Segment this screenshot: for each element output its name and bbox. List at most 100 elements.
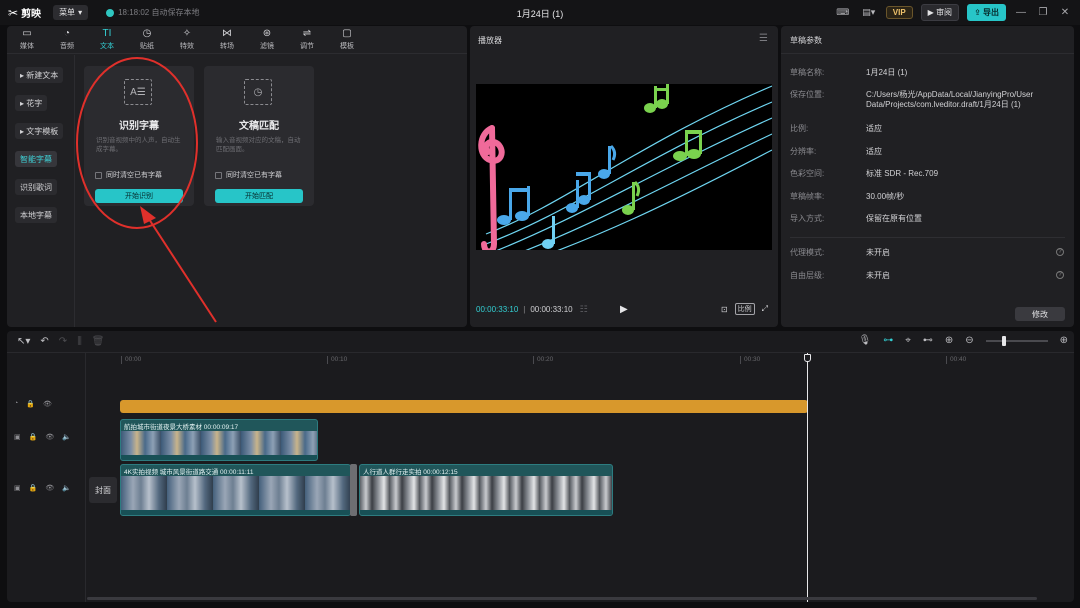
- param-row: 比例: 适应: [790, 124, 1070, 134]
- main-track-magnet-icon[interactable]: ⊶: [883, 335, 893, 346]
- player-title: 播放器: [478, 36, 502, 45]
- tab-media[interactable]: ▭ 媒体: [7, 26, 47, 53]
- delete-icon[interactable]: 🗑: [92, 336, 105, 347]
- clip-split-handle[interactable]: [350, 464, 357, 516]
- video-clip[interactable]: 4K实拍视频 城市风景街道路交通 00:00:11:11: [120, 464, 351, 516]
- nav-recognize-lyrics[interactable]: 识别歌词: [15, 179, 57, 195]
- focus-frame-icon[interactable]: ⊡: [721, 305, 728, 314]
- divider: [781, 53, 1074, 54]
- tab-text[interactable]: TI 文本: [87, 26, 127, 53]
- video-clip[interactable]: 航拍城市街道夜景大桥素材 00:00:09:17: [120, 419, 318, 461]
- nav-smart-subtitle[interactable]: 智能字幕: [15, 151, 57, 167]
- minimize-icon[interactable]: —: [1014, 7, 1028, 18]
- start-match-button[interactable]: 开始匹配: [215, 189, 303, 203]
- lock-icon[interactable]: 🔒: [29, 484, 38, 492]
- mute-icon[interactable]: 🔈: [62, 484, 71, 492]
- video-clip[interactable]: 人行道人群行走实拍 00:00:12:15: [359, 464, 613, 516]
- preview-axis-icon[interactable]: ⊕: [945, 335, 953, 346]
- tab-sticker[interactable]: ◷ 贴纸: [127, 26, 167, 53]
- visibility-icon[interactable]: 👁: [43, 400, 52, 408]
- help-icon[interactable]: ?: [1056, 248, 1064, 256]
- tab-audio[interactable]: ◔ 音频: [47, 26, 87, 53]
- tab-transition[interactable]: ⋈ 转场: [207, 26, 247, 53]
- tab-label: 音频: [60, 42, 74, 50]
- fullscreen-icon[interactable]: ⤢: [762, 304, 768, 314]
- redo-icon[interactable]: ↷: [59, 336, 67, 347]
- tab-template[interactable]: ▢ 模板: [327, 26, 367, 53]
- ratio-button[interactable]: 比例: [734, 303, 755, 315]
- time-ruler[interactable]: 00:00 00:10 00:20 00:30 00:40: [86, 353, 1074, 367]
- nav-new-text[interactable]: ▸ 新建文本: [15, 67, 64, 83]
- player-controls: 00:00:33:10 | 00:00:33:10 ☷ ▶ ⊡ 比例 ⤢: [476, 302, 772, 316]
- green-notes: [622, 84, 702, 215]
- start-recognize-button[interactable]: 开始识别: [95, 189, 183, 203]
- play-icon[interactable]: ▶: [620, 304, 628, 315]
- modify-button[interactable]: 修改: [1015, 307, 1065, 321]
- visibility-icon[interactable]: 👁: [45, 484, 54, 492]
- video-preview[interactable]: [476, 84, 772, 250]
- linkage-icon[interactable]: ⊷: [923, 335, 933, 346]
- clip-label: 航拍城市街道夜景大桥素材 00:00:09:17: [124, 424, 239, 431]
- microphone-icon[interactable]: 🎙: [858, 335, 871, 346]
- tab-effects[interactable]: ✧ 特效: [167, 26, 207, 53]
- maximize-icon[interactable]: ❐: [1036, 7, 1050, 18]
- ruler-tick: 00:30: [740, 356, 760, 364]
- nav-text-template[interactable]: ▸ 文字模板: [15, 123, 64, 139]
- saved-check-icon: [106, 8, 115, 17]
- param-key: 草稿帧率:: [790, 192, 825, 201]
- nav-local-subtitle[interactable]: 本地字幕: [15, 207, 57, 223]
- recognize-subtitle-icon: A☰: [124, 79, 152, 105]
- param-value: 保留在原有位置: [866, 214, 922, 223]
- nav-label: 识别歌词: [20, 182, 52, 192]
- param-value: 1月24日 (1): [866, 68, 908, 77]
- checkbox-label: 同时清空已有字幕: [106, 172, 162, 179]
- menu-label: 菜单: [59, 8, 76, 17]
- lock-icon[interactable]: 🔒: [29, 433, 38, 441]
- ruler-tick: 00:20: [533, 356, 553, 364]
- zoom-in-icon[interactable]: ⊕: [1060, 335, 1068, 346]
- clip-label: 4K实拍视频 城市风景街道路交通 00:00:11:11: [124, 469, 254, 476]
- tab-adjust[interactable]: ⇌ 调节: [287, 26, 327, 53]
- tab-label: 贴纸: [140, 42, 154, 50]
- clip-waveform: [121, 455, 317, 460]
- select-tool-icon[interactable]: ↖▾: [17, 336, 30, 347]
- toolbar-tabs: ▭ 媒体 ◔ 音频 TI 文本 ◷ 贴纸 ✧ 特效 ⋈ 转场 ⊛ 滤镜 ⇌ 调节 ▢ 模板: [7, 26, 467, 54]
- param-key: 保存位置:: [790, 90, 825, 99]
- export-button[interactable]: ⇪ 导出: [967, 4, 1006, 21]
- timecode-grid-icon[interactable]: ☷: [580, 304, 588, 315]
- param-key: 分辨率:: [790, 147, 817, 156]
- playhead-line[interactable]: [807, 353, 808, 602]
- visibility-icon[interactable]: 👁: [45, 433, 54, 441]
- undo-icon[interactable]: ↶: [40, 336, 48, 347]
- hamburger-menu-icon[interactable]: ☰: [759, 33, 768, 44]
- audio-clip[interactable]: [120, 400, 808, 413]
- split-icon[interactable]: ⫼: [77, 336, 82, 347]
- zoom-slider[interactable]: [985, 335, 1048, 346]
- clear-existing-checkbox[interactable]: 同时清空已有字幕: [215, 170, 282, 180]
- lock-icon[interactable]: 🔒: [26, 400, 35, 408]
- clear-existing-checkbox[interactable]: 同时清空已有字幕: [95, 170, 162, 180]
- zoom-out-icon[interactable]: ⊖: [965, 335, 973, 346]
- playhead-handle[interactable]: [804, 354, 811, 362]
- auto-snap-icon[interactable]: ⌖: [905, 335, 911, 346]
- close-icon[interactable]: ✕: [1058, 7, 1072, 18]
- param-row: 草稿帧率: 30.00帧/秒: [790, 192, 1070, 202]
- video-track-controls: ▣ 🔒 👁 🔈: [14, 433, 71, 441]
- script-match-card: ◷ 文稿匹配 输入音视频对应的文稿，自动匹配画面。 同时清空已有字幕 开始匹配: [204, 66, 314, 206]
- menu-button[interactable]: 菜单 ▾: [53, 5, 89, 20]
- help-icon[interactable]: ?: [1056, 271, 1064, 279]
- review-button[interactable]: ▶ 审阅: [920, 4, 960, 21]
- cover-button[interactable]: 封面: [89, 477, 117, 503]
- nav-fancy-text[interactable]: ▸ 花字: [15, 95, 48, 111]
- layout-icon[interactable]: ▤▾: [860, 5, 878, 21]
- tab-filter[interactable]: ⊛ 滤镜: [247, 26, 287, 53]
- text-icon: TI: [102, 27, 112, 39]
- mute-icon[interactable]: 🔈: [62, 433, 71, 441]
- vip-button[interactable]: VIP: [885, 6, 913, 19]
- current-timecode: 00:00:33:10: [476, 304, 519, 314]
- timeline-scrollbar[interactable]: [87, 597, 1037, 600]
- param-value: 30.00帧/秒: [866, 192, 905, 201]
- audio-icon: ◔: [63, 27, 71, 39]
- zoom-knob[interactable]: [1001, 335, 1006, 346]
- shortcut-keyboard-icon[interactable]: ⌨: [834, 5, 852, 21]
